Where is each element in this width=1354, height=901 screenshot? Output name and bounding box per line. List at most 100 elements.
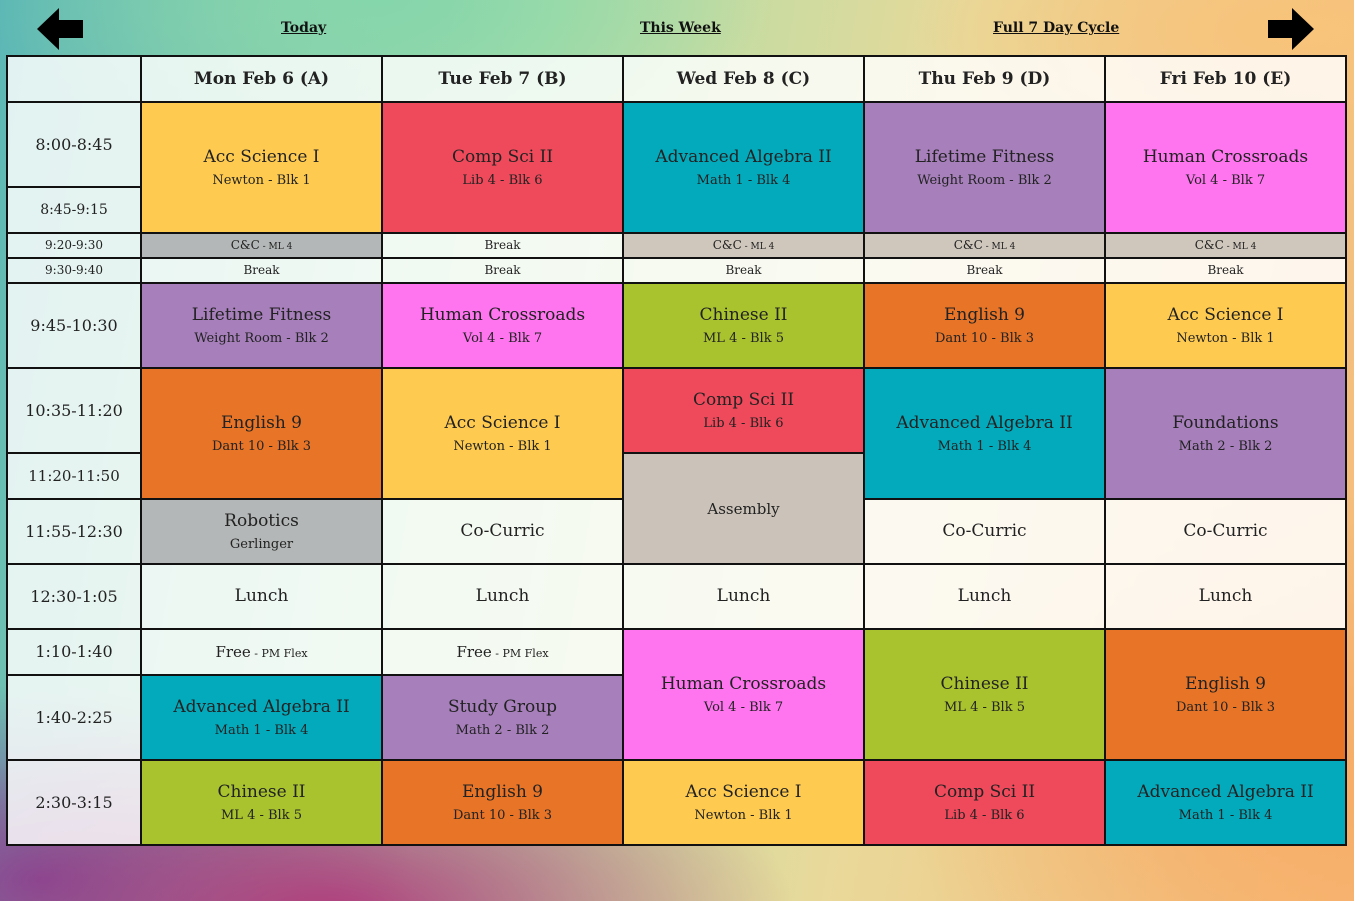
class-room: ML 4 - Blk 5 — [221, 807, 302, 823]
lunch-block: Lunch — [622, 563, 865, 630]
break-block: Break — [140, 257, 383, 284]
class-room: Math 2 - Blk 2 — [455, 722, 550, 738]
class-block[interactable]: Comp Sci II Lib 4 - Blk 6 — [622, 367, 865, 454]
class-block[interactable]: Advanced Algebra II Math 1 - Blk 4 — [140, 674, 383, 761]
class-room: Newton - Blk 1 — [453, 438, 552, 454]
day-header-fri: Fri Feb 10 (E) — [1104, 55, 1347, 103]
class-block[interactable]: Human Crossroads Vol 4 - Blk 7 — [1104, 101, 1347, 234]
schedule-nav-bar: Today This Week Full 7 Day Cycle — [0, 0, 1354, 56]
day-header-thu: Thu Feb 9 (D) — [863, 55, 1106, 103]
lunch-block: Lunch — [863, 563, 1106, 630]
class-name: Acc Science I — [685, 781, 802, 802]
day-header-tue: Tue Feb 7 (B) — [381, 55, 624, 103]
class-room: Dant 10 - Blk 3 — [211, 438, 312, 454]
class-block[interactable]: Foundations Math 2 - Blk 2 — [1104, 367, 1347, 500]
class-name: Human Crossroads — [660, 673, 827, 694]
arrow-left-icon[interactable] — [37, 8, 83, 50]
class-block[interactable]: English 9 Dant 10 - Blk 3 — [863, 282, 1106, 369]
time-slot: 10:35-11:20 — [6, 367, 142, 454]
break-block: Break — [381, 232, 624, 259]
class-block[interactable]: Comp Sci II Lib 4 - Blk 6 — [863, 759, 1106, 846]
class-name: Acc Science I — [444, 412, 561, 433]
day-header-wed: Wed Feb 8 (C) — [622, 55, 865, 103]
cocurric-block[interactable]: Co-Curric — [1104, 498, 1347, 565]
class-block[interactable]: Chinese II ML 4 - Blk 5 — [622, 282, 865, 369]
time-slot: 9:30-9:40 — [6, 257, 142, 284]
this-week-link[interactable]: This Week — [640, 20, 721, 36]
class-block[interactable]: English 9 Dant 10 - Blk 3 — [1104, 628, 1347, 761]
cc-block[interactable]: C&C - ML 4 — [1104, 232, 1347, 259]
class-name: Comp Sci II — [451, 146, 554, 167]
class-room: Vol 4 - Blk 7 — [462, 330, 543, 346]
class-room: Lib 4 - Blk 6 — [944, 807, 1025, 823]
class-block[interactable]: Robotics Gerlinger — [140, 498, 383, 565]
class-block[interactable]: Acc Science I Newton - Blk 1 — [381, 367, 624, 500]
class-room: Newton - Blk 1 — [212, 172, 311, 188]
time-slot: 1:10-1:40 — [6, 628, 142, 676]
class-block[interactable]: Study Group Math 2 - Blk 2 — [381, 674, 624, 761]
class-room: Dant 10 - Blk 3 — [1175, 699, 1276, 715]
cocurric-block[interactable]: Co-Curric — [381, 498, 624, 565]
class-room: Math 2 - Blk 2 — [1178, 438, 1273, 454]
break-block: Break — [863, 257, 1106, 284]
class-name: Acc Science I — [203, 146, 320, 167]
class-block[interactable]: Chinese II ML 4 - Blk 5 — [863, 628, 1106, 761]
lunch-block: Lunch — [140, 563, 383, 630]
class-name: Acc Science I — [1167, 304, 1284, 325]
class-room: Math 1 - Blk 4 — [214, 722, 309, 738]
class-room: Weight Room - Blk 2 — [194, 330, 329, 346]
class-block[interactable]: Advanced Algebra II Math 1 - Blk 4 — [1104, 759, 1347, 846]
class-room: Math 1 - Blk 4 — [937, 438, 1032, 454]
class-block[interactable]: Acc Science I Newton - Blk 1 — [140, 101, 383, 234]
class-block[interactable]: Chinese II ML 4 - Blk 5 — [140, 759, 383, 846]
time-slot: 2:30-3:15 — [6, 759, 142, 846]
time-slot: 11:20-11:50 — [6, 452, 142, 500]
class-name: Chinese II — [217, 781, 306, 802]
class-name: Human Crossroads — [419, 304, 586, 325]
break-block: Break — [622, 257, 865, 284]
time-slot: 11:55-12:30 — [6, 498, 142, 565]
assembly-block[interactable]: Assembly — [622, 452, 865, 565]
time-slot: 9:45-10:30 — [6, 282, 142, 369]
free-block[interactable]: Free - PM Flex — [381, 628, 624, 676]
class-room: Dant 10 - Blk 3 — [934, 330, 1035, 346]
lunch-block: Lunch — [381, 563, 624, 630]
class-block[interactable]: Human Crossroads Vol 4 - Blk 7 — [622, 628, 865, 761]
time-slot: 1:40-2:25 — [6, 674, 142, 761]
time-slot: 8:00-8:45 — [6, 101, 142, 188]
class-block[interactable]: Human Crossroads Vol 4 - Blk 7 — [381, 282, 624, 369]
class-room: ML 4 - Blk 5 — [703, 330, 784, 346]
class-name: Chinese II — [699, 304, 788, 325]
class-name: Comp Sci II — [933, 781, 1036, 802]
free-block[interactable]: Free - PM Flex — [140, 628, 383, 676]
class-name: Lifetime Fitness — [191, 304, 332, 325]
class-name: English 9 — [220, 412, 302, 433]
class-room: Math 1 - Blk 4 — [696, 172, 791, 188]
full-cycle-link[interactable]: Full 7 Day Cycle — [993, 20, 1119, 36]
today-link[interactable]: Today — [281, 20, 326, 36]
cc-block[interactable]: C&C - ML 4 — [140, 232, 383, 259]
time-slot: 9:20-9:30 — [6, 232, 142, 259]
cc-block[interactable]: C&C - ML 4 — [622, 232, 865, 259]
class-block[interactable]: English 9 Dant 10 - Blk 3 — [381, 759, 624, 846]
class-room: Dant 10 - Blk 3 — [452, 807, 553, 823]
cc-block[interactable]: C&C - ML 4 — [863, 232, 1106, 259]
class-name: Comp Sci II — [692, 389, 795, 410]
class-block[interactable]: English 9 Dant 10 - Blk 3 — [140, 367, 383, 500]
break-block: Break — [1104, 257, 1347, 284]
class-block[interactable]: Lifetime Fitness Weight Room - Blk 2 — [863, 101, 1106, 234]
class-block[interactable]: Advanced Algebra II Math 1 - Blk 4 — [863, 367, 1106, 500]
cocurric-block[interactable]: Co-Curric — [863, 498, 1106, 565]
class-name: Foundations — [1172, 412, 1279, 433]
class-block[interactable]: Lifetime Fitness Weight Room - Blk 2 — [140, 282, 383, 369]
schedule-table: Mon Feb 6 (A) Tue Feb 7 (B) Wed Feb 8 (C… — [6, 55, 1347, 846]
time-slot: 12:30-1:05 — [6, 563, 142, 630]
class-block[interactable]: Advanced Algebra II Math 1 - Blk 4 — [622, 101, 865, 234]
class-block[interactable]: Acc Science I Newton - Blk 1 — [622, 759, 865, 846]
class-room: Newton - Blk 1 — [1176, 330, 1275, 346]
class-name: English 9 — [1184, 673, 1266, 694]
header-corner — [6, 55, 142, 103]
arrow-right-icon[interactable] — [1268, 8, 1314, 50]
class-block[interactable]: Comp Sci II Lib 4 - Blk 6 — [381, 101, 624, 234]
class-block[interactable]: Acc Science I Newton - Blk 1 — [1104, 282, 1347, 369]
